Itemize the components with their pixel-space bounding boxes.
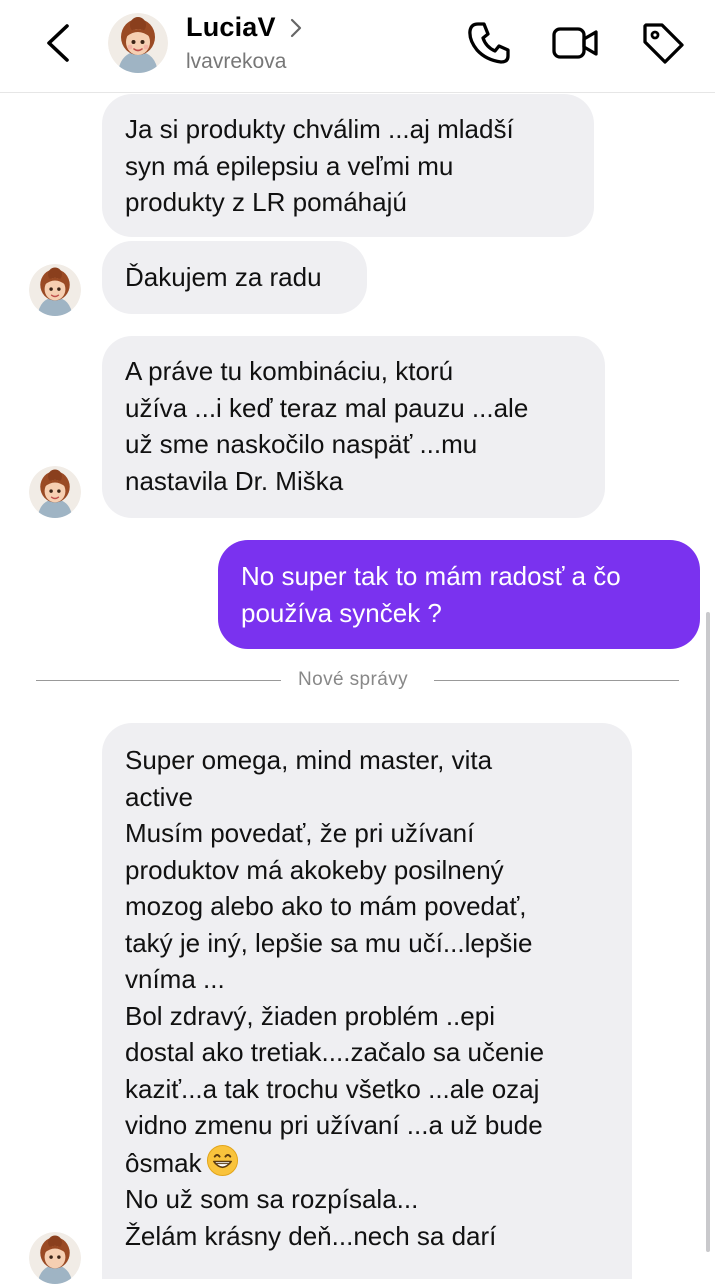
tag-icon	[643, 23, 684, 64]
contact-avatar-small[interactable]	[29, 1232, 81, 1284]
message-text-line: ôsmak	[125, 1144, 608, 1182]
message-text-line: produktov má akokeby posilnený	[125, 854, 504, 885]
message-text-line: Želám krásny deň...nech sa darí	[125, 1220, 497, 1251]
call-button[interactable]	[464, 18, 514, 68]
message-text-line: používa synček ?	[241, 597, 442, 628]
incoming-message-bubble[interactable]: Ja si produkty chválim ...aj mladší syn …	[102, 94, 594, 237]
contact-name[interactable]: LuciaV	[186, 12, 276, 43]
contact-avatar[interactable]	[108, 13, 168, 73]
message-text-line: mozog alebo ako to mám povedať,	[125, 891, 527, 921]
video-call-button[interactable]	[550, 18, 600, 68]
avatar-illustration	[108, 13, 168, 73]
new-messages-label: Nové správy	[298, 669, 408, 690]
incoming-message-bubble[interactable]: Ďakujem za radu	[102, 241, 367, 314]
message-text-line: Musím povedať, že pri užívaní	[125, 818, 475, 848]
avatar-illustration	[29, 466, 81, 518]
scrollbar[interactable]	[706, 612, 710, 1252]
message-text-line: nastavila Dr. Miška	[125, 465, 344, 496]
message-text-line: No už som sa rozpísala...	[125, 1184, 419, 1214]
contact-handle: lvavrekova	[186, 50, 287, 73]
chat-header: LuciaV lvavrekova	[0, 0, 715, 93]
message-text-line: vníma ...	[125, 964, 225, 994]
new-messages-divider-line	[434, 680, 679, 681]
message-text-line: už sme naskočilo naspäť ...mu	[125, 429, 478, 459]
incoming-message-bubble[interactable]: Super omega, mind master, vita active Mu…	[102, 723, 632, 1279]
message-text-line: Bol zdravý, žiaden problém ..epi	[125, 1000, 495, 1031]
contact-avatar-small[interactable]	[29, 264, 81, 316]
incoming-message-bubble[interactable]: A práve tu kombináciu, ktorú užíva ...i …	[102, 336, 605, 518]
avatar-illustration	[29, 264, 81, 316]
message-text-line: taký je iný, lepšie sa mu učí...lepšie	[125, 927, 533, 958]
message-text-line: active	[125, 781, 193, 812]
message-text-line: užíva ...i keď teraz mal pauzu ...ale	[125, 392, 529, 423]
message-text-line: A práve tu kombináciu, ktorú	[125, 356, 454, 386]
avatar-illustration	[29, 1232, 81, 1284]
contact-avatar-small[interactable]	[29, 466, 81, 518]
message-text-line: Ja si produkty chválim ...aj mladší	[125, 114, 514, 144]
message-text: ôsmak	[125, 1147, 202, 1178]
chevron-right-icon[interactable]	[288, 14, 304, 42]
phone-icon	[468, 22, 510, 64]
message-text-line: syn má epilepsiu a veľmi mu	[125, 150, 454, 181]
new-messages-divider-line	[36, 680, 281, 681]
outgoing-message-bubble[interactable]: No super tak to mám radosť a čo používa …	[218, 540, 700, 649]
message-text-line: kaziť...a tak trochu všetko ...ale ozaj	[125, 1073, 540, 1104]
tag-button[interactable]	[638, 18, 688, 68]
back-button[interactable]	[40, 20, 80, 66]
message-text-line: Super omega, mind master, vita	[125, 745, 493, 775]
message-text-line: dostal ako tretiak....začalo sa učenie	[125, 1037, 545, 1067]
message-text-line: No super tak to mám radosť a čo	[241, 561, 621, 591]
message-text-line: Ďakujem za radu	[125, 262, 322, 292]
message-text-line: produkty z LR pomáhajú	[125, 187, 407, 217]
video-camera-icon	[552, 27, 598, 59]
grinning-face-with-smiling-eyes-icon	[206, 1144, 238, 1176]
chevron-left-icon	[47, 24, 69, 62]
message-text-line: vidno zmenu pri užívaní ...a už bude	[125, 1110, 543, 1140]
